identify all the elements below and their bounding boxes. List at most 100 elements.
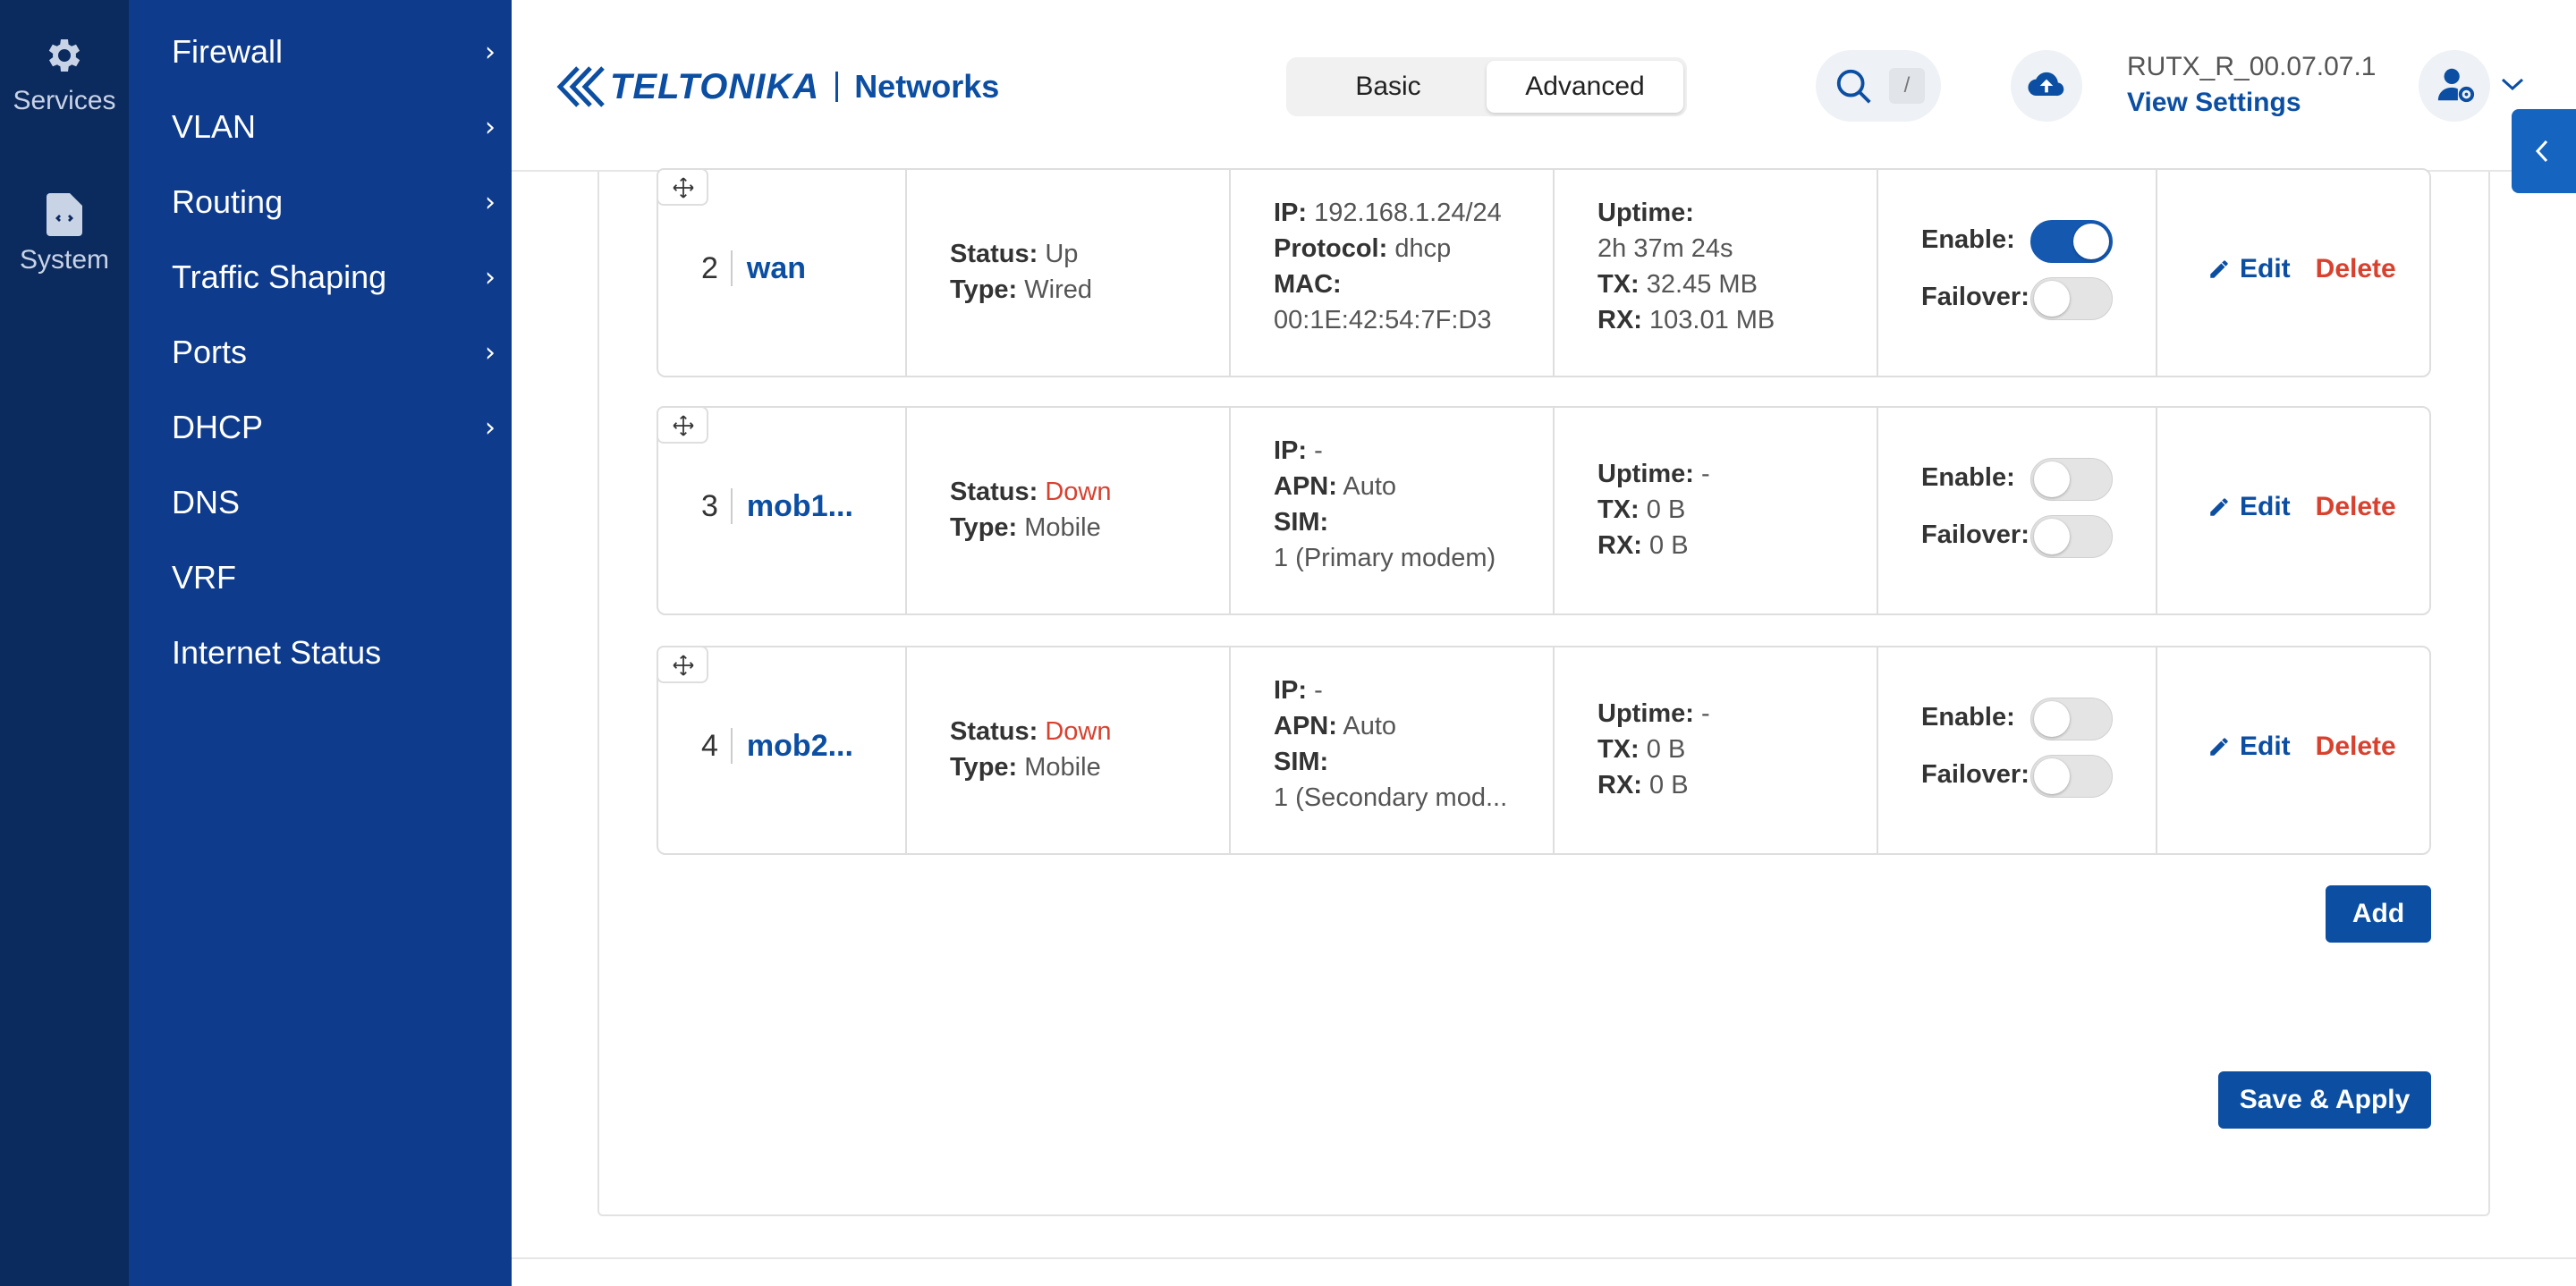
failover-toggle[interactable] xyxy=(2030,755,2113,798)
interface-name-link[interactable]: mob2... xyxy=(747,729,853,764)
rail-services[interactable]: Services xyxy=(0,34,129,116)
uptime-label: Uptime: xyxy=(1597,460,1694,488)
row-actions: Edit Delete xyxy=(2207,254,2396,284)
apn-value: Auto xyxy=(1343,472,1397,501)
top-header: TELTONIKA Networks Basic Advanced / RUTX… xyxy=(512,0,2576,172)
interface-index: 4 xyxy=(701,728,718,763)
traffic-lines: Uptime: - TX: 0 B RX: 0 B xyxy=(1597,696,1710,803)
chevron-down-icon[interactable] xyxy=(2499,75,2526,93)
sidebar-item-vlan[interactable]: VLAN › xyxy=(172,100,503,154)
failover-label: Failover: xyxy=(1921,760,2029,789)
interface-traffic-cell: Uptime: - TX: 0 B RX: 0 B xyxy=(1555,408,1878,613)
status-lines: Status: Down Type: Mobile xyxy=(950,474,1112,546)
edit-button[interactable]: Edit xyxy=(2240,254,2291,284)
sim-value: 1 (Secondary mod... xyxy=(1274,783,1508,812)
move-icon xyxy=(673,655,694,676)
interface-traffic-cell: Uptime: - TX: 0 B RX: 0 B xyxy=(1555,647,1878,853)
logo-brand-text: TELTONIKA xyxy=(610,66,820,106)
sidebar-item-firewall[interactable]: Firewall › xyxy=(172,25,503,79)
sidebar-item-routing[interactable]: Routing › xyxy=(172,175,503,229)
interface-network-cell: IP: 192.168.1.24/24 Protocol: dhcp MAC: … xyxy=(1231,170,1555,376)
rx-label: RX: xyxy=(1597,306,1642,334)
index-divider xyxy=(730,250,733,286)
rail-system[interactable]: System xyxy=(0,193,129,275)
edit-button[interactable]: Edit xyxy=(2240,492,2291,522)
search-shortcut-key: / xyxy=(1889,68,1925,104)
enable-toggle[interactable] xyxy=(2030,458,2113,501)
rail-services-label: Services xyxy=(13,86,116,115)
protocol-label: Protocol: xyxy=(1274,234,1388,263)
failover-toggle[interactable] xyxy=(2030,515,2113,558)
rail-system-label: System xyxy=(19,245,110,275)
status-lines: Status: Up Type: Wired xyxy=(950,236,1092,308)
enable-toggle[interactable] xyxy=(2030,698,2113,740)
interface-row-mob2: 4 mob2... Status: Down Type: Mobile IP: -… xyxy=(657,646,2431,855)
mode-switch: Basic Advanced xyxy=(1286,57,1687,116)
interface-name-link[interactable]: mob1... xyxy=(747,489,853,524)
rx-value: 0 B xyxy=(1649,531,1689,560)
save-apply-button[interactable]: Save & Apply xyxy=(2218,1071,2431,1129)
sidebar-item-internet-status[interactable]: Internet Status xyxy=(172,626,503,680)
interface-actions-cell: Edit Delete xyxy=(2157,647,2431,853)
ip-label: IP: xyxy=(1274,199,1308,227)
mode-basic-button[interactable]: Basic xyxy=(1290,61,1487,113)
icon-rail: Services System xyxy=(0,0,129,1286)
protocol-value: dhcp xyxy=(1394,234,1452,263)
footer-divider xyxy=(512,1257,2576,1259)
delete-button[interactable]: Delete xyxy=(2316,732,2396,762)
row-actions: Edit Delete xyxy=(2207,732,2396,762)
interface-status-cell: Status: Up Type: Wired xyxy=(907,170,1231,376)
sidebar-item-label: Firewall xyxy=(172,33,284,70)
gear-icon xyxy=(48,39,80,72)
tx-label: TX: xyxy=(1597,270,1640,299)
apn-label: APN: xyxy=(1274,472,1337,501)
interface-name-link[interactable]: wan xyxy=(747,251,806,286)
user-menu-button[interactable] xyxy=(2419,50,2490,122)
type-value: Wired xyxy=(1024,275,1092,304)
failover-label: Failover: xyxy=(1921,520,2029,549)
ip-value: - xyxy=(1314,436,1323,465)
sidebar-item-dhcp[interactable]: DHCP › xyxy=(172,401,503,454)
failover-toggle[interactable] xyxy=(2030,277,2113,320)
delete-button[interactable]: Delete xyxy=(2316,492,2396,522)
ip-label: IP: xyxy=(1274,436,1308,465)
traffic-lines: Uptime: - TX: 0 B RX: 0 B xyxy=(1597,456,1710,563)
row-actions: Edit Delete xyxy=(2207,492,2396,522)
drag-handle[interactable] xyxy=(657,406,708,444)
sidebar-item-ports[interactable]: Ports › xyxy=(172,326,503,379)
collapse-panel-button[interactable] xyxy=(2512,109,2576,193)
add-button[interactable]: Add xyxy=(2326,885,2431,943)
drag-handle[interactable] xyxy=(657,646,708,683)
status-value: Down xyxy=(1045,478,1112,506)
chevron-right-icon: › xyxy=(485,111,496,143)
chevron-right-icon: › xyxy=(485,336,496,368)
drag-handle[interactable] xyxy=(657,168,708,206)
pencil-icon xyxy=(2210,498,2228,516)
brand-logo[interactable]: TELTONIKA Networks xyxy=(555,57,999,116)
sidebar-item-traffic-shaping[interactable]: Traffic Shaping › xyxy=(172,250,503,304)
sidebar-item-label: Traffic Shaping xyxy=(172,258,387,295)
sidebar: Firewall › VLAN › Routing › Traffic Shaping… xyxy=(129,0,512,1286)
cloud-upload-icon xyxy=(2028,72,2064,97)
mode-advanced-button[interactable]: Advanced xyxy=(1487,61,1683,113)
search-button[interactable]: / xyxy=(1816,50,1941,122)
edit-button[interactable]: Edit xyxy=(2240,732,2291,762)
sim-label: SIM: xyxy=(1274,508,1329,537)
ip-value: 192.168.1.24/24 xyxy=(1314,199,1502,227)
sidebar-item-label: Ports xyxy=(172,334,248,370)
pencil-icon xyxy=(2210,260,2228,278)
mac-value: 00:1E:42:54:7F:D3 xyxy=(1274,306,1492,334)
sidebar-item-vrf[interactable]: VRF xyxy=(172,551,503,605)
sidebar-item-label: Internet Status xyxy=(172,634,382,671)
delete-button[interactable]: Delete xyxy=(2316,254,2396,284)
teltonika-logo-icon xyxy=(556,66,605,107)
uptime-label: Uptime: xyxy=(1597,699,1694,728)
logo-divider xyxy=(835,72,839,102)
enable-toggle[interactable] xyxy=(2030,220,2113,263)
view-settings-link[interactable]: View Settings xyxy=(2127,88,2301,118)
tx-value: 32.45 MB xyxy=(1646,270,1758,299)
rx-label: RX: xyxy=(1597,531,1642,560)
interface-identity: 2 wan xyxy=(701,250,806,286)
sidebar-item-dns[interactable]: DNS xyxy=(172,476,503,529)
cloud-button[interactable] xyxy=(2011,50,2082,122)
